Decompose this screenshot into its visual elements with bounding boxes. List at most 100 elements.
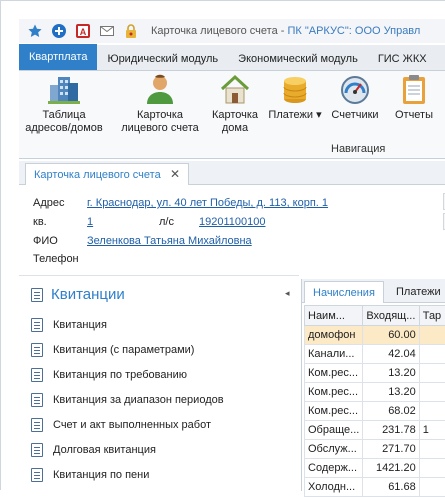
mail-icon[interactable] (99, 23, 115, 39)
table-row[interactable]: Содерж...1421.20 (305, 459, 445, 478)
list-item-label: Квитанция (с параметрами) (53, 344, 194, 356)
account-number-link[interactable]: 19201100100 (199, 216, 265, 228)
ribbon-panel: Таблица адресов/домов Карточка лицевого … (19, 71, 445, 159)
fio-label: ФИО (33, 235, 58, 247)
cell-tariff[interactable] (419, 402, 445, 421)
receipts-header: Квитанции (31, 286, 125, 303)
cell-incoming[interactable]: 1421.20 (363, 459, 419, 478)
cell-name[interactable]: Обслуж... (305, 440, 363, 459)
document-icon (31, 443, 43, 457)
coins-icon (279, 73, 311, 105)
document-icon (31, 288, 43, 302)
address-link[interactable]: г. Краснодар, ул. 40 лет Победы, д. 113,… (87, 197, 328, 209)
table-row[interactable]: Ком.рес...13.20 (305, 383, 445, 402)
cell-tariff[interactable] (419, 440, 445, 459)
star-icon[interactable] (27, 23, 43, 39)
list-item[interactable]: Квитанция по пени (31, 468, 149, 482)
person-icon (144, 73, 176, 105)
add-icon[interactable] (51, 23, 67, 39)
cell-name[interactable]: Ком.рес... (305, 402, 363, 421)
list-item[interactable]: Квитанция (с параметрами) (31, 343, 194, 357)
cell-name[interactable]: Ком.рес... (305, 383, 363, 402)
gauge-icon (339, 73, 371, 105)
lock-icon[interactable] (123, 23, 139, 39)
tab-kvartplata[interactable]: Квартплата (19, 44, 97, 70)
cell-tariff[interactable]: 1 (419, 421, 445, 440)
list-item-label: Квитанция за диапазон периодов (53, 394, 224, 406)
list-item-label: Квитанция по требованию (53, 369, 187, 381)
list-item[interactable]: Квитанция (31, 318, 107, 332)
fio-link[interactable]: Зеленкова Татьяна Михайловна (87, 235, 252, 247)
cell-tariff[interactable] (419, 459, 445, 478)
tab-legal-module[interactable]: Юридический модуль (97, 48, 228, 70)
tab-account-card-label: Карточка лицевого счета (34, 169, 161, 181)
house-card-button[interactable]: Карточка дома (207, 73, 263, 135)
cell-tariff[interactable] (419, 478, 445, 497)
table-row[interactable]: Обслуж...271.70 (305, 440, 445, 459)
report-a-icon[interactable]: A (75, 23, 91, 39)
cell-tariff[interactable] (419, 383, 445, 402)
document-icon (31, 393, 43, 407)
cell-incoming[interactable]: 61.68 (363, 478, 419, 497)
address-table-button[interactable]: Таблица адресов/домов (27, 73, 101, 135)
table-header-row: Наим... Входящ... Тар (305, 306, 445, 326)
document-tabs: Карточка лицевого счета ✕ (19, 161, 445, 185)
collapse-arrow-icon[interactable]: ◂ (285, 288, 290, 299)
charges-table: Наим... Входящ... Тар домофон60.00Канали… (304, 305, 445, 497)
cell-incoming[interactable]: 13.20 (363, 364, 419, 383)
close-icon[interactable]: ✕ (170, 167, 180, 181)
table-row[interactable]: Холодн...61.68 (305, 478, 445, 497)
payments-button[interactable]: Платежи ▾ (269, 73, 321, 122)
tab-economic-module[interactable]: Экономический модуль (228, 48, 368, 70)
document-icon (31, 343, 43, 357)
address-label: Адрес (33, 197, 65, 209)
cell-incoming[interactable]: 231.78 (363, 421, 419, 440)
column-header-incoming[interactable]: Входящ... (363, 306, 419, 326)
account-number-label: л/с (159, 216, 174, 228)
window-title: Карточка лицевого счета - ПК "АРКУС": ОО… (151, 25, 420, 37)
clipboard-icon (398, 73, 430, 105)
cell-tariff[interactable] (419, 364, 445, 383)
document-icon (31, 468, 43, 482)
table-row[interactable]: Ком.рес...13.20 (305, 364, 445, 383)
cell-name[interactable]: Обраще... (305, 421, 363, 440)
account-card-button[interactable]: Карточка лицевого счета (119, 73, 201, 135)
phone-label: Телефон (33, 253, 79, 265)
list-item[interactable]: Квитанция за диапазон периодов (31, 393, 224, 407)
account-details: Адрес г. Краснодар, ул. 40 лет Победы, д… (19, 187, 445, 271)
meters-button[interactable]: Счетчики (327, 73, 383, 122)
cell-tariff[interactable] (419, 345, 445, 364)
table-row[interactable]: Ком.рес...68.02 (305, 402, 445, 421)
cell-incoming[interactable]: 60.00 (363, 326, 419, 345)
table-row[interactable]: Обраще...231.781 (305, 421, 445, 440)
cell-incoming[interactable]: 13.20 (363, 383, 419, 402)
table-row[interactable]: Канали...42.04 (305, 345, 445, 364)
column-header-tariff[interactable]: Тар (419, 306, 445, 326)
grid-tabs: Начисления Платежи (302, 279, 445, 303)
cell-name[interactable]: Ком.рес... (305, 364, 363, 383)
payments-label: Платежи ▾ (268, 109, 321, 122)
cell-incoming[interactable]: 68.02 (363, 402, 419, 421)
table-row[interactable]: домофон60.00 (305, 326, 445, 345)
cell-incoming[interactable]: 271.70 (363, 440, 419, 459)
cell-incoming[interactable]: 42.04 (363, 345, 419, 364)
cell-name[interactable]: Канали... (305, 345, 363, 364)
house-icon (219, 73, 251, 105)
column-header-name[interactable]: Наим... (305, 306, 363, 326)
tab-charges[interactable]: Начисления (304, 281, 384, 303)
list-item[interactable]: Долговая квитанция (31, 443, 156, 457)
list-item[interactable]: Квитанция по требованию (31, 368, 187, 382)
tab-gis-zhkh[interactable]: ГИС ЖКХ (368, 48, 437, 70)
apartment-link[interactable]: 1 (87, 216, 93, 228)
reports-button[interactable]: Отчеты (389, 73, 439, 122)
list-item[interactable]: Счет и акт выполненных работ (31, 418, 211, 432)
tab-account-card[interactable]: Карточка лицевого счета ✕ (25, 163, 189, 185)
list-item-label: Квитанция (53, 319, 107, 331)
cell-name[interactable]: домофон (305, 326, 363, 345)
house-card-label: Карточка дома (212, 109, 258, 135)
cell-name[interactable]: Холодн... (305, 478, 363, 497)
list-item-label: Счет и акт выполненных работ (53, 419, 211, 431)
cell-tariff[interactable] (419, 326, 445, 345)
cell-name[interactable]: Содерж... (305, 459, 363, 478)
tab-payments[interactable]: Платежи (388, 281, 445, 303)
